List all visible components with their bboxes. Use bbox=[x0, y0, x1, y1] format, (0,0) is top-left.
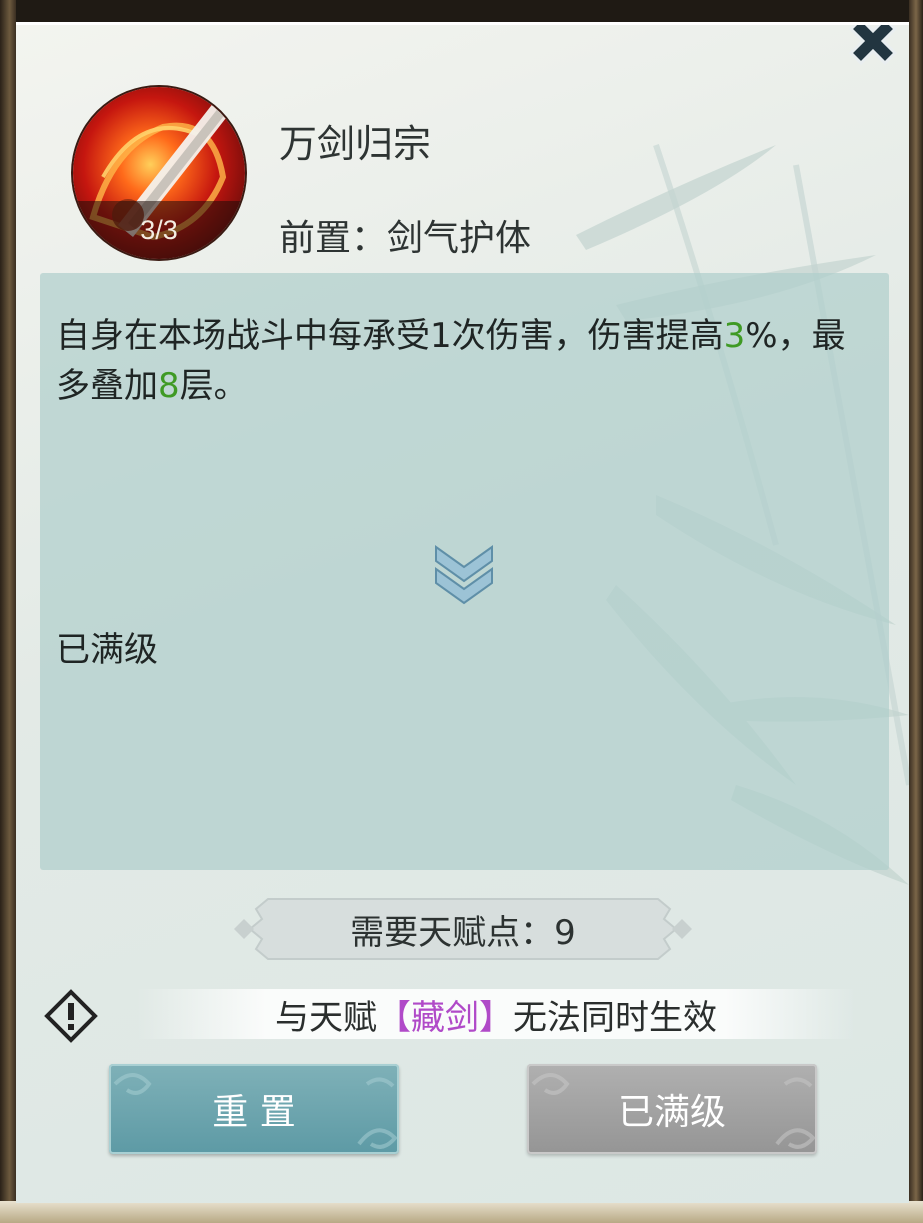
skill-description-box: 自身在本场战斗中每承受1次伤害，伤害提高3%，最多叠加8层。 已满级 bbox=[40, 273, 889, 870]
talent-cost-banner: 需要天赋点：9 bbox=[234, 895, 692, 963]
skill-icon: 3/3 bbox=[73, 87, 245, 259]
conflict-prefix: 与天赋 bbox=[275, 997, 377, 1038]
frame-left-edge bbox=[0, 0, 16, 1223]
frame-right-edge bbox=[909, 0, 923, 1223]
max-level-button-label: 已满级 bbox=[617, 1092, 726, 1133]
warning-icon bbox=[44, 989, 98, 1043]
frame-bottom-edge bbox=[0, 1201, 923, 1223]
skill-prerequisite: 前置：剑气护体 bbox=[279, 218, 532, 259]
double-chevron-down-icon[interactable] bbox=[430, 541, 498, 609]
conflict-suffix: 无法同时生效 bbox=[513, 997, 717, 1038]
conflict-text: 与天赋 【藏剑】 无法同时生效 bbox=[136, 989, 856, 1039]
talent-detail-panel: 3/3 万剑归宗 前置：剑气护体 自身在本场战斗中每承受1次伤害，伤害提高3%，… bbox=[16, 22, 909, 1203]
conflict-talent-name: 【藏剑】 bbox=[377, 997, 513, 1038]
reset-button-label: 重 置 bbox=[212, 1092, 296, 1133]
max-level-button[interactable]: 已满级 bbox=[527, 1064, 817, 1154]
max-level-note: 已满级 bbox=[56, 630, 158, 670]
skill-level-badge: 3/3 bbox=[73, 201, 245, 259]
skill-name: 万剑归宗 bbox=[279, 122, 432, 166]
reset-button[interactable]: 重 置 bbox=[109, 1064, 399, 1154]
close-icon[interactable] bbox=[839, 25, 909, 65]
description-part-3: 层。 bbox=[179, 366, 248, 406]
description-value-1: 3 bbox=[723, 316, 746, 356]
conflict-warning-row: 与天赋 【藏剑】 无法同时生效 bbox=[36, 983, 896, 1045]
description-value-2: 8 bbox=[158, 366, 180, 406]
description-part-1: 自身在本场战斗中每承受1次伤害，伤害提高 bbox=[56, 316, 724, 356]
skill-description: 自身在本场战斗中每承受1次伤害，伤害提高3%，最多叠加8层。 bbox=[56, 311, 876, 411]
talent-cost-text: 需要天赋点：9 bbox=[350, 912, 576, 953]
